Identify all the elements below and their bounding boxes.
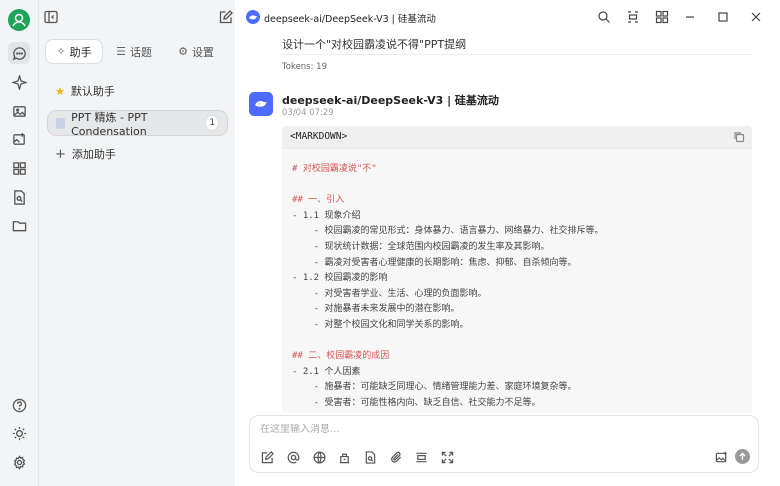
code-line: - 校园霸凌的常见形式：身体暴力、语言暴力、网络暴力、社交排斥等。 bbox=[292, 226, 604, 237]
code-line: # 对校园霸凌说"不" bbox=[292, 164, 377, 174]
code-line: ## 二、校园霸凌的成因 bbox=[292, 351, 390, 362]
assistant-item-default[interactable]: ★ 默认助手 bbox=[47, 78, 228, 104]
code-language: <MARKDOWN> bbox=[290, 131, 348, 142]
expand-icon[interactable] bbox=[440, 450, 454, 464]
assistant-item-ppt[interactable]: PPT 精炼 - PPT Condensation 1 bbox=[47, 110, 228, 138]
image-edit-icon[interactable] bbox=[8, 128, 30, 150]
mention-icon[interactable] bbox=[286, 450, 300, 464]
message-input[interactable] bbox=[260, 424, 740, 435]
assistant-label: 默认助手 bbox=[70, 85, 115, 98]
tab-settings[interactable]: ⚙ 设置 bbox=[165, 39, 227, 64]
sparkle-icon: ✧ bbox=[56, 45, 66, 58]
arrow-up-icon bbox=[739, 452, 746, 460]
layout-grid-icon[interactable] bbox=[655, 10, 669, 24]
web-search-globe-icon[interactable] bbox=[312, 450, 326, 464]
code-line: - 现状统计数据：全球范围内校园霸凌的发生率及其影响。 bbox=[292, 242, 550, 252]
search-icon[interactable] bbox=[597, 10, 611, 24]
tab-label: 助手 bbox=[69, 45, 92, 59]
gear-icon: ⚙ bbox=[178, 45, 188, 58]
tab-assistants[interactable]: ✧ 助手 bbox=[45, 39, 103, 64]
panel-toolbar bbox=[39, 0, 235, 34]
file-search-icon[interactable] bbox=[363, 450, 377, 464]
code-line: - 1.2 校园霸凌的影响 bbox=[292, 273, 388, 284]
app-window: ✧ 助手 ☰ 话题 ⚙ 设置 ★ 默认助手 PPT 精炼 - PPT Conde… bbox=[0, 0, 780, 486]
deepseek-logo-icon bbox=[246, 10, 260, 24]
panel-tabs: ✧ 助手 ☰ 话题 ⚙ 设置 bbox=[45, 39, 229, 64]
new-chat-icon[interactable] bbox=[219, 10, 233, 24]
deepseek-whale-icon bbox=[255, 101, 267, 107]
image-icon[interactable] bbox=[8, 100, 30, 122]
topic-count-badge: 1 bbox=[205, 115, 219, 131]
copy-icon[interactable] bbox=[733, 131, 745, 143]
settings-gear-icon[interactable] bbox=[8, 451, 30, 473]
code-line: - 2.1 个人因素 bbox=[292, 366, 361, 377]
code-line: - 对施暴者未来发展中的潜在影响。 bbox=[292, 304, 460, 315]
help-icon[interactable] bbox=[8, 394, 30, 416]
tab-label: 设置 bbox=[191, 45, 214, 59]
list-icon: ☰ bbox=[116, 45, 126, 58]
image-upload-icon[interactable] bbox=[714, 450, 728, 464]
star-icon: ★ bbox=[55, 84, 65, 98]
clear-context-icon[interactable] bbox=[414, 450, 428, 464]
code-line: - 施暴者：可能缺乏同理心、情绪管理能力差、家庭环境复杂等。 bbox=[292, 382, 577, 393]
user-avatar[interactable] bbox=[8, 9, 30, 31]
add-assistant-label: 添加助手 bbox=[71, 148, 116, 161]
code-line: - 1.1 现象介绍 bbox=[292, 210, 361, 221]
tab-topics[interactable]: ☰ 话题 bbox=[103, 39, 165, 64]
bot-name: deepseek-ai/DeepSeek-V3 | 硅基流动 bbox=[282, 94, 499, 107]
bot-timestamp: 03/04 07:29 bbox=[282, 108, 334, 118]
code-line: - 对整个校园文化和同学关系的影响。 bbox=[292, 320, 469, 330]
code-line: - 2.2 环境因素 bbox=[292, 411, 361, 412]
knowledge-base-icon[interactable] bbox=[337, 450, 351, 464]
sidebar-toggle-icon[interactable] bbox=[44, 10, 58, 24]
code-line: - 霸凌对受害者心理健康的长期影响：焦虑、抑郁、自杀倾向等。 bbox=[292, 257, 577, 268]
message-composer bbox=[249, 415, 759, 473]
close-icon[interactable] bbox=[749, 10, 763, 24]
attachment-clip-icon[interactable] bbox=[389, 450, 403, 464]
sparkle-nav-icon[interactable] bbox=[8, 71, 30, 93]
model-title[interactable]: deepseek-ai/DeepSeek-V3 | 硅基流动 bbox=[264, 11, 436, 25]
code-line: ## 一、引入 bbox=[292, 195, 345, 206]
maximize-icon[interactable] bbox=[716, 10, 730, 24]
add-assistant-button[interactable]: + 添加助手 bbox=[47, 141, 228, 167]
code-line: - 受害者：可能性格内向、缺乏自信、社交能力不足等。 bbox=[292, 398, 541, 408]
token-count: Tokens: 19 bbox=[282, 62, 327, 72]
minimize-icon[interactable] bbox=[683, 10, 697, 24]
fit-width-icon[interactable] bbox=[626, 10, 640, 24]
apps-grid-icon[interactable] bbox=[8, 157, 30, 179]
assistant-label: PPT 精炼 - PPT Condensation bbox=[71, 110, 148, 138]
chat-icon[interactable] bbox=[8, 42, 30, 64]
plus-icon: + bbox=[55, 146, 66, 162]
left-rail bbox=[0, 0, 38, 486]
bot-avatar bbox=[249, 92, 273, 116]
ppt-icon bbox=[56, 117, 66, 129]
send-button[interactable] bbox=[735, 449, 750, 464]
chat-main: deepseek-ai/DeepSeek-V3 | 硅基流动 设计一个"对校园霸… bbox=[235, 0, 780, 486]
code-line: - 对受害者学业、生活、心理的负面影响。 bbox=[292, 288, 487, 299]
message-divider bbox=[282, 54, 752, 55]
file-search-icon[interactable] bbox=[8, 186, 30, 208]
theme-sun-icon[interactable] bbox=[8, 422, 30, 444]
conversation: 设计一个"对校园霸凌说不得"PPT提纲 Tokens: 19 deepseek-… bbox=[235, 34, 780, 412]
user-message: 设计一个"对校园霸凌说不得"PPT提纲 bbox=[282, 38, 467, 51]
folder-icon[interactable] bbox=[8, 214, 30, 236]
new-topic-icon[interactable] bbox=[260, 450, 274, 464]
title-bar: deepseek-ai/DeepSeek-V3 | 硅基流动 bbox=[235, 0, 780, 34]
assistant-panel: ✧ 助手 ☰ 话题 ⚙ 设置 ★ 默认助手 PPT 精炼 - PPT Conde… bbox=[38, 0, 235, 486]
code-block: <MARKDOWN> # 对校园霸凌说"不" ## 一、引入 - 1.1 现象介绍 … bbox=[282, 126, 752, 412]
code-header: <MARKDOWN> bbox=[282, 126, 752, 149]
tab-label: 话题 bbox=[129, 45, 152, 59]
